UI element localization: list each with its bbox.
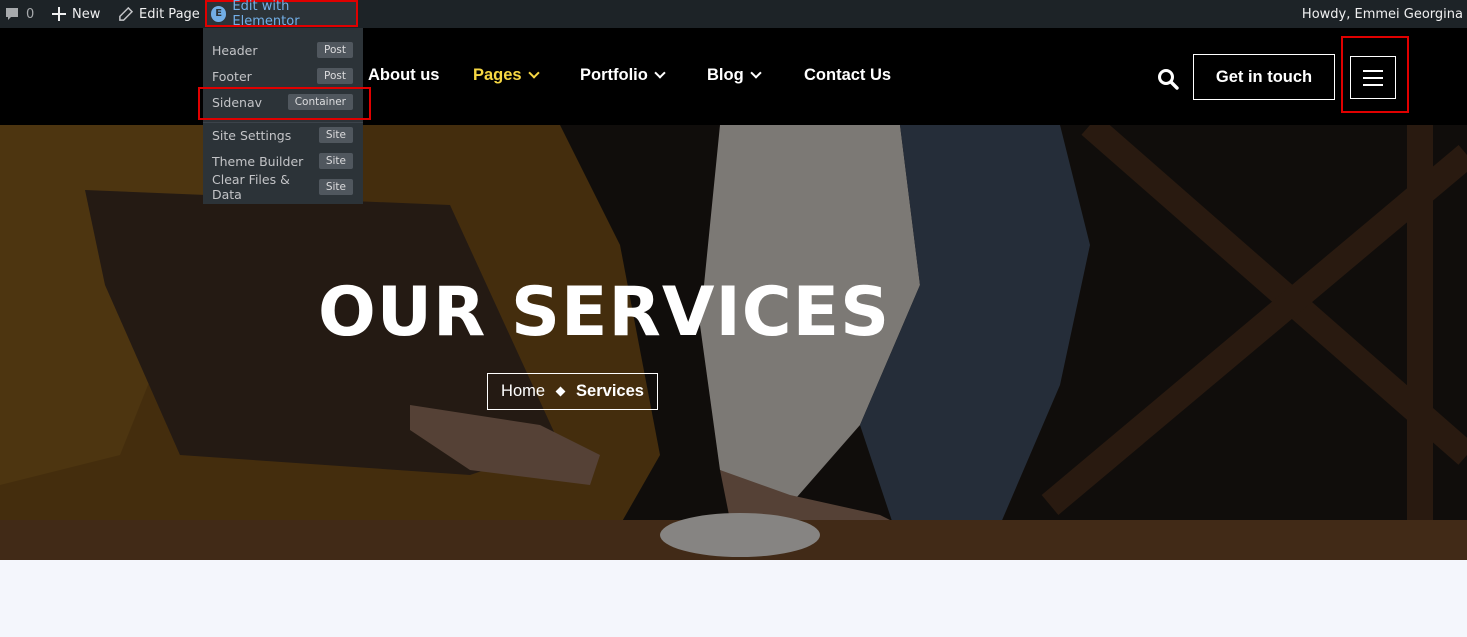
comment-icon bbox=[6, 8, 18, 20]
dropdown-item-site-settings[interactable]: Site Settings Site bbox=[203, 122, 363, 148]
elementor-dropdown-menu: Header Post Footer Post Sidenav Containe… bbox=[203, 28, 363, 204]
dropdown-item-sidenav[interactable]: Sidenav Container bbox=[203, 89, 363, 115]
dropdown-item-header[interactable]: Header Post bbox=[203, 37, 363, 63]
dropdown-item-badge: Post bbox=[317, 68, 353, 84]
dropdown-item-badge: Container bbox=[287, 94, 353, 110]
nav-contact-us[interactable]: Contact Us bbox=[804, 66, 891, 85]
hamburger-menu-button[interactable] bbox=[1350, 56, 1396, 99]
get-in-touch-button[interactable]: Get in touch bbox=[1193, 54, 1335, 100]
hamburger-line bbox=[1363, 83, 1383, 86]
admin-bar: 0 New Edit Page E Edit with Elementor Ho… bbox=[0, 0, 1467, 29]
breadcrumb-current: Services bbox=[576, 382, 644, 400]
nav-label: Portfolio bbox=[580, 66, 648, 84]
nav-label: Contact Us bbox=[804, 66, 892, 84]
chevron-down-icon bbox=[750, 67, 762, 79]
hamburger-line bbox=[1363, 76, 1383, 79]
elementor-logo-icon: E bbox=[211, 5, 227, 22]
diamond-separator-icon bbox=[555, 386, 566, 397]
hamburger-line bbox=[1363, 69, 1383, 72]
page-content-area bbox=[0, 560, 1467, 637]
dropdown-item-badge: Site bbox=[318, 127, 353, 143]
nav-label: Blog bbox=[707, 66, 744, 84]
dropdown-item-footer[interactable]: Footer Post bbox=[203, 63, 363, 89]
dropdown-item-clear-files[interactable]: Clear Files & Data Site bbox=[203, 172, 363, 202]
user-account-menu[interactable]: Howdy, Emmei Georgina bbox=[1302, 0, 1463, 28]
dropdown-item-label: Site Settings bbox=[212, 127, 292, 143]
howdy-label: Howdy, Emmei Georgina bbox=[1301, 6, 1463, 22]
edit-with-elementor-link[interactable]: E Edit with Elementor bbox=[205, 0, 358, 29]
nav-label: About us bbox=[368, 66, 440, 84]
nav-pages[interactable]: Pages bbox=[473, 66, 540, 85]
breadcrumb-home-link[interactable]: Home bbox=[501, 382, 545, 401]
dropdown-item-label: Theme Builder bbox=[212, 153, 304, 169]
search-icon[interactable] bbox=[1157, 68, 1179, 90]
new-label: New bbox=[72, 6, 101, 22]
comments-count: 0 bbox=[26, 6, 35, 22]
nav-portfolio[interactable]: Portfolio bbox=[580, 66, 666, 85]
comments-menu[interactable]: 0 bbox=[4, 0, 34, 28]
chevron-down-icon bbox=[654, 67, 666, 79]
elementor-label: Edit with Elementor bbox=[232, 0, 300, 29]
dropdown-item-badge: Site bbox=[318, 153, 353, 169]
dropdown-item-badge: Post bbox=[317, 42, 353, 58]
dropdown-item-label: Header bbox=[212, 42, 258, 58]
nav-blog[interactable]: Blog bbox=[707, 66, 762, 85]
plus-icon bbox=[52, 7, 66, 21]
nav-about-us[interactable]: About us bbox=[368, 66, 440, 85]
chevron-down-icon bbox=[527, 67, 540, 79]
nav-label: Pages bbox=[473, 66, 522, 84]
edit-page-link[interactable]: Edit Page bbox=[118, 0, 200, 28]
dropdown-item-label: Footer bbox=[212, 68, 252, 84]
new-menu[interactable]: New bbox=[52, 0, 100, 28]
dropdown-item-label: Sidenav bbox=[212, 94, 263, 110]
page-title: OUR SERVICES bbox=[318, 273, 891, 352]
dropdown-item-badge: Site bbox=[318, 179, 353, 195]
dropdown-item-theme-builder[interactable]: Theme Builder Site bbox=[203, 148, 363, 174]
edit-page-label: Edit Page bbox=[139, 6, 200, 22]
pencil-icon bbox=[119, 6, 133, 21]
breadcrumb: Home Services bbox=[487, 373, 658, 410]
dropdown-item-label: Clear Files & Data bbox=[212, 172, 290, 202]
